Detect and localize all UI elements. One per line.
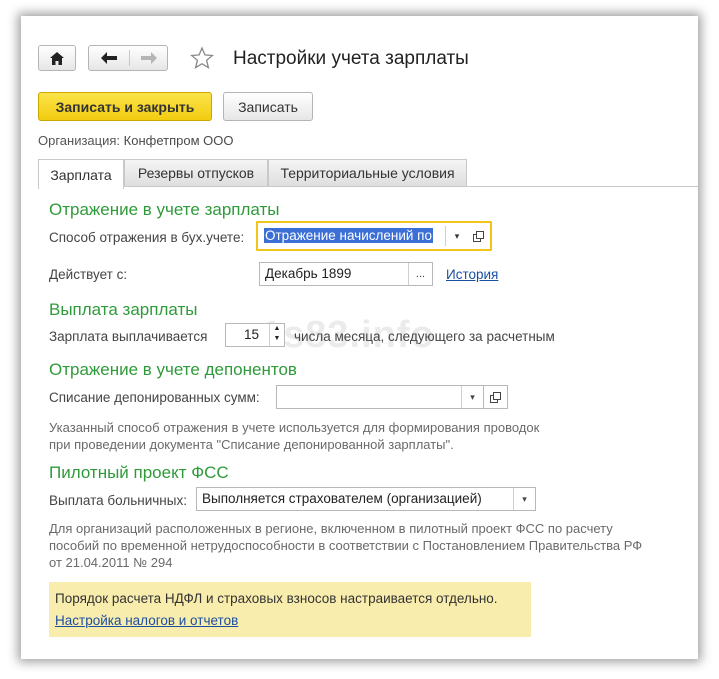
accounting-method-label: Способ отражения в бух.учете: xyxy=(49,230,245,245)
back-button[interactable] xyxy=(89,46,129,70)
effective-date-label: Действует с: xyxy=(49,267,128,282)
payout-day-value: 15 xyxy=(244,327,260,342)
fss-note-line1: Для организаций расположенных в регионе,… xyxy=(49,521,613,536)
organization-row: Организация: Конфетпром ООО xyxy=(38,133,233,148)
deponent-writeoff-field[interactable]: ▾ xyxy=(276,385,484,409)
section-deponents: Отражение в учете депонентов xyxy=(49,360,297,379)
payout-day-spin-buttons[interactable]: ▲ ▼ xyxy=(269,324,284,346)
chevron-down-icon: ▾ xyxy=(522,493,527,504)
payout-suffix: числа месяца, следующего за расчетным xyxy=(294,329,555,344)
accounting-method-value: Отражение начислений по xyxy=(264,228,433,243)
deponent-note-line1: Указанный способ отражения в учете испол… xyxy=(49,420,540,435)
section-salary-payout: Выплата зарплаты xyxy=(49,300,198,319)
open-form-icon xyxy=(490,391,501,403)
section-salary-accounting: Отражение в учете зарплаты xyxy=(49,200,280,219)
tab-territorial-conditions[interactable]: Территориальные условия xyxy=(268,159,467,187)
home-icon xyxy=(50,51,64,65)
fss-note-line2: пособий по временной нетрудоспособности … xyxy=(49,538,643,553)
sick-pay-dropdown[interactable]: ▾ xyxy=(513,488,535,510)
accounting-method-open-button[interactable] xyxy=(468,226,488,246)
save-button[interactable]: Записать xyxy=(223,92,313,121)
forward-button[interactable] xyxy=(130,46,168,70)
arrow-right-icon xyxy=(141,52,157,64)
accounting-method-dropdown[interactable]: ▾ xyxy=(445,226,468,246)
home-button[interactable] xyxy=(38,45,76,71)
settings-window: Настройки учета зарплаты Записать и закр… xyxy=(21,16,698,659)
sick-pay-value: Выполняется страхователем (организацией) xyxy=(202,491,482,506)
accounting-method-field[interactable]: Отражение начислений по ▾ xyxy=(256,221,492,251)
effective-date-field[interactable]: Декабрь 1899 ... xyxy=(259,262,433,286)
deponent-writeoff-open-button[interactable] xyxy=(484,385,508,409)
open-form-icon xyxy=(472,230,484,242)
effective-date-select-button[interactable]: ... xyxy=(408,263,432,285)
organization-label: Организация: xyxy=(38,133,121,148)
section-fss-pilot: Пилотный проект ФСС xyxy=(49,463,229,482)
tab-vacation-reserves[interactable]: Резервы отпусков xyxy=(124,159,268,187)
chevron-down-icon: ▾ xyxy=(470,391,475,402)
history-nav-group xyxy=(88,45,168,71)
payout-label: Зарплата выплачивается xyxy=(49,329,208,344)
effective-date-value: Декабрь 1899 xyxy=(265,266,352,281)
fss-note-line3: от 21.04.2011 № 294 xyxy=(49,555,173,570)
accounting-method-input[interactable]: Отражение начислений по xyxy=(261,226,465,246)
chevron-down-icon: ▾ xyxy=(454,230,460,241)
star-icon xyxy=(190,46,214,69)
payout-day-stepper[interactable]: 15 ▲ ▼ xyxy=(225,323,285,347)
tax-notice-box: Порядок расчета НДФЛ и страховых взносов… xyxy=(49,582,531,637)
organization-value: Конфетпром ООО xyxy=(123,133,234,148)
sick-pay-select[interactable]: Выполняется страхователем (организацией)… xyxy=(196,487,536,511)
deponent-writeoff-dropdown[interactable]: ▾ xyxy=(461,386,483,408)
tab-salary[interactable]: Зарплата xyxy=(38,159,124,189)
history-link[interactable]: История xyxy=(446,267,498,282)
deponent-writeoff-label: Списание депонированных сумм: xyxy=(49,390,260,405)
deponent-note-line2: при проведении документа "Списание депон… xyxy=(49,437,454,452)
page-title: Настройки учета зарплаты xyxy=(233,48,469,69)
spin-down-icon[interactable]: ▼ xyxy=(270,334,284,344)
sick-pay-label: Выплата больничных: xyxy=(49,493,187,508)
tax-settings-link[interactable]: Настройка налогов и отчетов xyxy=(55,613,238,628)
tax-notice-text: Порядок расчета НДФЛ и страховых взносов… xyxy=(55,591,498,606)
save-and-close-button[interactable]: Записать и закрыть xyxy=(38,92,212,121)
arrow-left-icon xyxy=(101,52,117,64)
favorite-button[interactable] xyxy=(190,46,214,73)
spin-up-icon[interactable]: ▲ xyxy=(270,324,284,334)
